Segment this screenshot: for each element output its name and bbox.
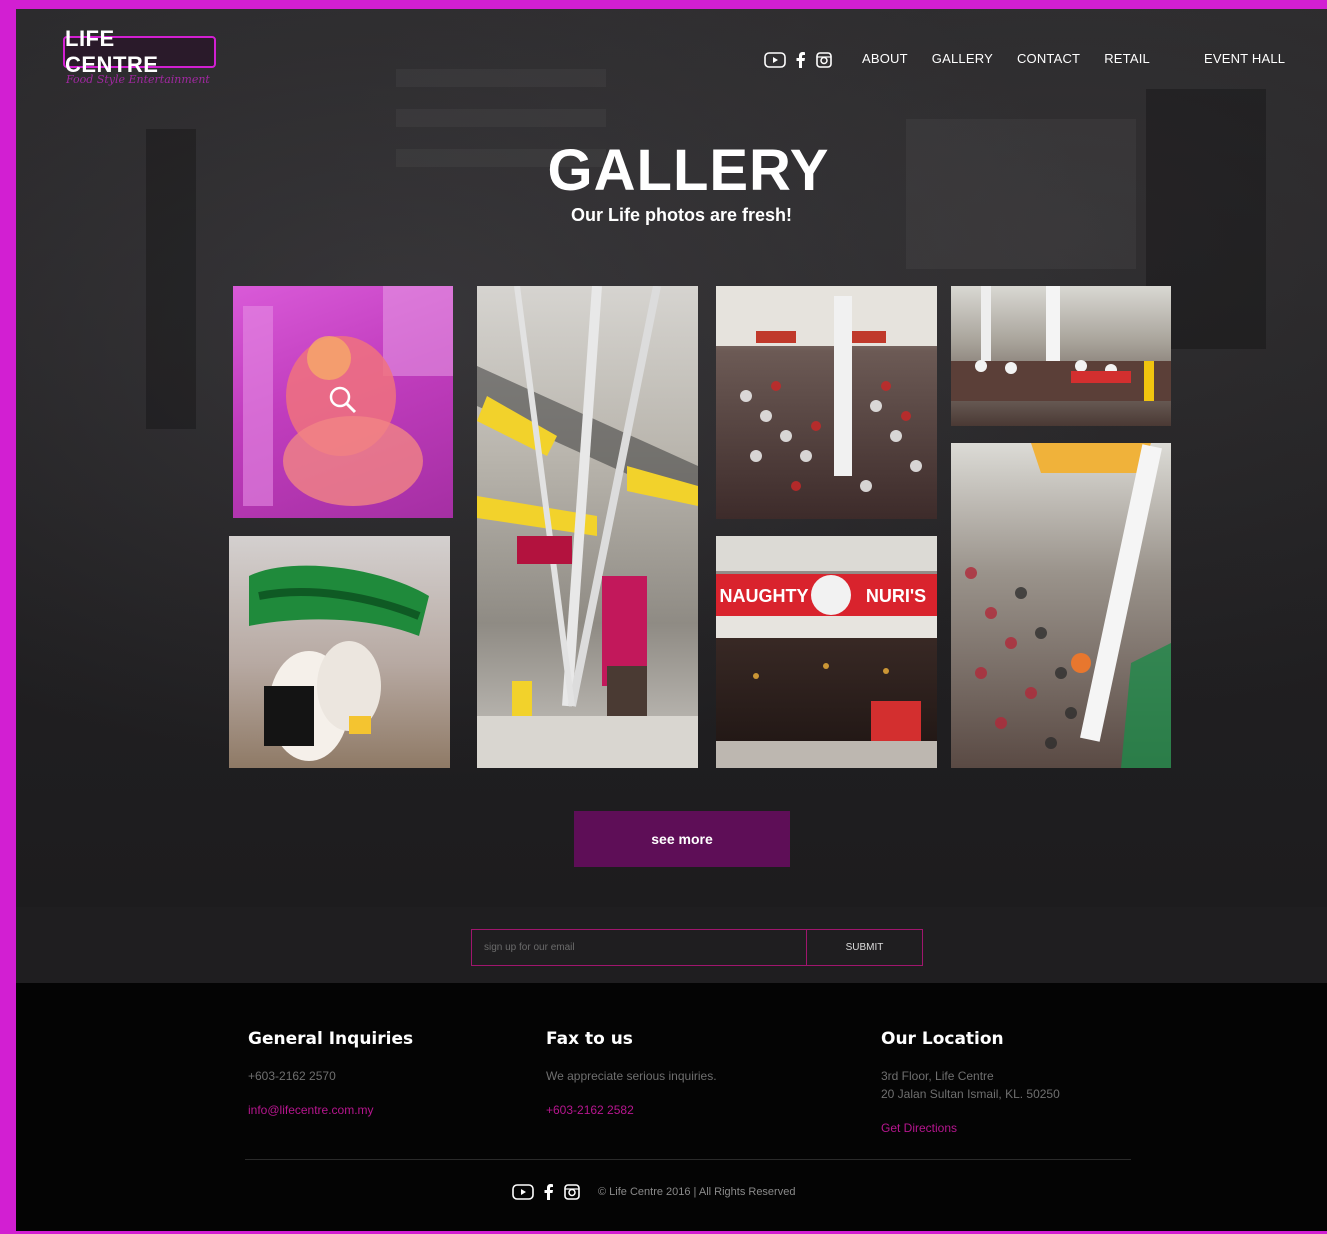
see-more-button[interactable]: see more <box>574 811 790 867</box>
location-line-2: 20 Jalan Sultan Ismail, KL. 50250 <box>881 1087 1060 1101</box>
gallery-photo-lion-dance[interactable] <box>233 286 453 518</box>
page-title: GALLERY <box>547 138 830 203</box>
nav-event-hall[interactable]: EVENT HALL <box>1204 51 1285 66</box>
instagram-icon[interactable] <box>816 52 832 68</box>
footer-location: Our Location 3rd Floor, Life Centre 20 J… <box>881 1029 1060 1135</box>
inquiries-email-link[interactable]: info@lifecentre.com.my <box>248 1103 413 1117</box>
get-directions-link[interactable]: Get Directions <box>881 1121 1060 1135</box>
header-social-links <box>764 52 832 68</box>
footer-heading-inquiries: General Inquiries <box>248 1029 414 1049</box>
gallery-photo-storefront[interactable]: NAUGHTY NURI'S <box>716 536 937 768</box>
fax-text: We appreciate serious inquiries. <box>546 1069 717 1083</box>
submit-button[interactable]: SUBMIT <box>806 930 922 965</box>
inquiries-phone: +603-2162 2570 <box>248 1069 336 1083</box>
newsletter-form: SUBMIT <box>471 929 923 966</box>
email-signup-input[interactable] <box>472 930 806 965</box>
nav-contact[interactable]: CONTACT <box>1017 51 1080 66</box>
instagram-icon[interactable] <box>564 1184 580 1200</box>
page-subtitle: Our Life photos are fresh! <box>570 205 793 225</box>
footer-general-inquiries: General Inquiries +603-2162 2570 info@li… <box>248 1029 413 1117</box>
facebook-icon[interactable] <box>544 1184 554 1200</box>
gallery-photo-performers[interactable] <box>229 536 450 768</box>
youtube-icon[interactable] <box>512 1184 534 1200</box>
nav-about[interactable]: ABOUT <box>862 51 908 66</box>
magnifier-icon <box>328 385 358 419</box>
nav-gallery[interactable]: GALLERY <box>932 51 993 66</box>
fax-number-link[interactable]: +603-2162 2582 <box>546 1103 717 1117</box>
nav-retail[interactable]: RETAIL <box>1104 51 1150 66</box>
storefront-sign-left: NAUGHTY <box>720 586 809 606</box>
main-nav: ABOUT GALLERY CONTACT RETAIL EVENT HALL <box>862 51 1285 66</box>
logo-tagline: Food Style Entertainment <box>66 73 210 86</box>
copyright-text: © Life Centre 2016 | All Rights Reserved <box>598 1186 796 1198</box>
gallery-photo-atrium[interactable] <box>477 286 698 768</box>
footer-heading-location: Our Location <box>881 1029 1004 1049</box>
footer-heading-fax: Fax to us <box>546 1029 633 1049</box>
logo-text: LIFE CENTRE <box>65 26 159 77</box>
page-frame: LIFE CENTRE Food Style Entertainment ABO… <box>16 9 1327 1231</box>
storefront-sign-right: NURI'S <box>866 586 926 606</box>
logo[interactable]: LIFE CENTRE <box>63 26 216 77</box>
gallery-photo-banquet[interactable] <box>716 286 937 519</box>
footer-bottom: © Life Centre 2016 | All Rights Reserved <box>512 1184 795 1200</box>
footer-fax: Fax to us We appreciate serious inquirie… <box>546 1029 717 1117</box>
location-line-1: 3rd Floor, Life Centre <box>881 1069 994 1083</box>
youtube-icon[interactable] <box>764 52 786 68</box>
footer-divider <box>245 1159 1131 1160</box>
gallery-photo-dining-hall[interactable] <box>951 286 1171 426</box>
gallery-photo-atrium-event[interactable] <box>951 443 1171 768</box>
facebook-icon[interactable] <box>796 52 806 68</box>
